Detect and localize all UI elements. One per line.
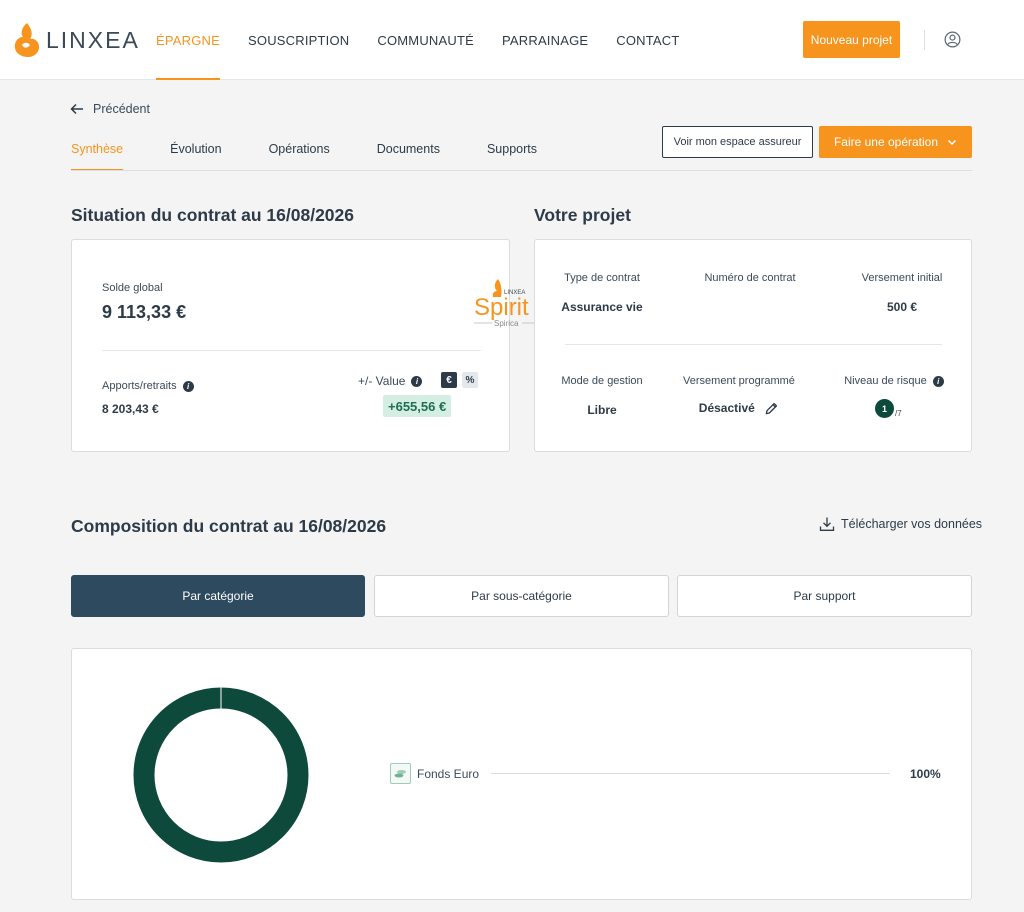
- nav-communaute[interactable]: COMMUNAUTÉ: [377, 0, 474, 80]
- apports-label: Apports/retraits: [102, 380, 177, 392]
- legend-label-fonds-euro: Fonds Euro: [417, 767, 480, 781]
- spirit-partner: Spirica: [494, 319, 519, 328]
- info-icon[interactable]: i: [411, 376, 423, 388]
- niveau-risque-label: Niveau de risque: [844, 375, 927, 387]
- composition-donut-chart: [133, 687, 309, 863]
- brand-name: LINXEA: [46, 26, 140, 53]
- legend-pct-fonds-euro: 100%: [910, 767, 941, 781]
- nav-contact[interactable]: CONTACT: [616, 0, 679, 80]
- versement-initial-label: Versement initial: [861, 272, 943, 284]
- coins-icon: [394, 769, 406, 777]
- plus-value-label: +/- Value: [358, 374, 406, 388]
- donut-slice-fonds-euro[interactable]: [133, 687, 309, 863]
- tab-operations[interactable]: Opérations: [269, 126, 330, 171]
- tabs-divider: [71, 170, 972, 171]
- risk-level-indicator: 1 /7: [875, 399, 902, 418]
- view-par-sous-categorie[interactable]: Par sous-catégorie: [374, 575, 669, 617]
- situation-card: Solde global 9 113,33 € LINXEA Spirit 2 …: [71, 239, 550, 452]
- solde-global-value: 9 113,33 €: [102, 302, 187, 322]
- contract-tabs: Synthèse Évolution Opérations Documents …: [71, 126, 537, 171]
- tab-supports[interactable]: Supports: [487, 126, 537, 171]
- spirit-name: Spirit: [474, 294, 529, 321]
- espace-assureur-button[interactable]: Voir mon espace assureur: [662, 126, 813, 158]
- apports-label-row: Apports/retraits i: [102, 380, 194, 392]
- projet-card: Type de contrat Assurance vie Numéro de …: [534, 239, 972, 452]
- fonds-euro-legend-icon: [390, 763, 411, 784]
- download-label: Télécharger vos données: [841, 517, 983, 531]
- nav-souscription[interactable]: SOUSCRIPTION: [248, 0, 349, 80]
- pencil-edit-icon[interactable]: [764, 401, 779, 416]
- versement-programme-row: Désactivé: [672, 401, 806, 416]
- plus-value-label-row: +/- Value i: [358, 374, 423, 388]
- solde-global-label: Solde global: [102, 282, 163, 294]
- view-par-support[interactable]: Par support: [677, 575, 972, 617]
- composition-title: Composition du contrat au 16/08/2026: [71, 516, 387, 536]
- tab-synthese[interactable]: Synthèse: [71, 126, 124, 171]
- chevron-down-icon: [948, 139, 957, 146]
- arrow-left-icon: [70, 103, 83, 115]
- top-navigation-bar: LINXEA ÉPARGNE SOUSCRIPTION COMMUNAUTÉ P…: [0, 0, 1024, 80]
- versement-initial-value: 500 €: [886, 300, 918, 314]
- linxea-squirrel-icon: [14, 23, 40, 57]
- mode-gestion-label: Mode de gestion: [561, 375, 643, 387]
- main-nav: ÉPARGNE SOUSCRIPTION COMMUNAUTÉ PARRAINA…: [156, 0, 708, 80]
- nav-epargne[interactable]: ÉPARGNE: [156, 0, 221, 80]
- risk-level-total: /7: [895, 409, 902, 418]
- type-contrat-label: Type de contrat: [564, 272, 640, 284]
- view-par-categorie[interactable]: Par catégorie: [71, 575, 365, 617]
- header-divider: [924, 30, 925, 50]
- download-icon: [819, 517, 835, 531]
- toggle-percent-button[interactable]: %: [462, 372, 478, 388]
- faire-operation-button[interactable]: Faire une opération: [819, 126, 972, 158]
- projet-divider: [565, 344, 942, 345]
- versement-programme-value: Désactivé: [698, 401, 755, 415]
- plus-value-badge: +655,56 €: [383, 395, 452, 417]
- info-icon[interactable]: i: [182, 380, 194, 392]
- toggle-euro-button[interactable]: €: [441, 372, 457, 388]
- risk-level-value: 1: [875, 399, 894, 418]
- linxea-logo[interactable]: LINXEA: [12, 20, 140, 60]
- numero-contrat-label: Numéro de contrat: [704, 272, 796, 284]
- situation-title: Situation du contrat au 16/08/2026: [71, 205, 354, 225]
- back-label: Précédent: [93, 102, 150, 116]
- niveau-risque-label-row: Niveau de risque i: [827, 375, 961, 387]
- user-account-icon[interactable]: [944, 31, 961, 48]
- situation-divider: [102, 350, 481, 351]
- apports-value: 8 203,43 €: [102, 402, 159, 416]
- new-project-button[interactable]: Nouveau projet: [803, 21, 900, 58]
- type-contrat-value: Assurance vie: [561, 300, 643, 314]
- nav-parrainage[interactable]: PARRAINAGE: [502, 0, 588, 80]
- back-link[interactable]: Précédent: [70, 102, 150, 116]
- info-icon[interactable]: i: [932, 375, 944, 387]
- download-data-link[interactable]: Télécharger vos données: [819, 516, 982, 532]
- tab-documents[interactable]: Documents: [377, 126, 440, 171]
- mode-gestion-value: Libre: [587, 403, 617, 417]
- versement-programme-label: Versement programmé: [683, 375, 795, 387]
- projet-title: Votre projet: [534, 205, 631, 225]
- legend-leader-line: [491, 773, 890, 774]
- tab-evolution[interactable]: Évolution: [170, 126, 221, 171]
- faire-operation-label: Faire une opération: [833, 135, 939, 149]
